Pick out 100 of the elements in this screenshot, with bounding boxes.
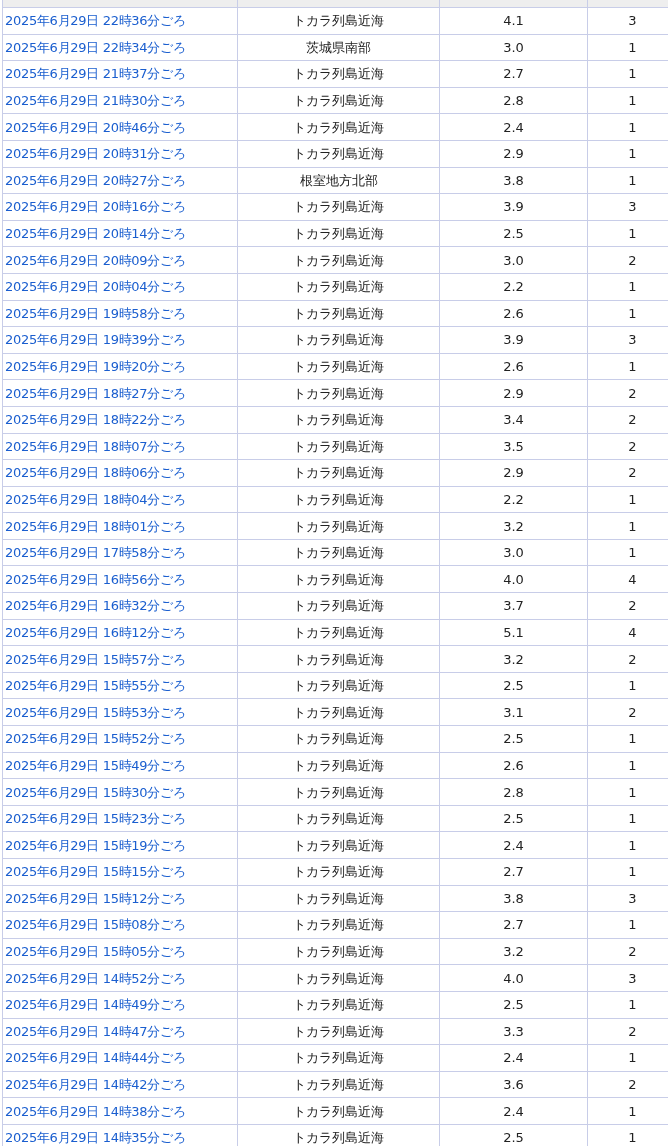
- magnitude-text: 3.0: [503, 40, 524, 54]
- magnitude-text: 2.7: [503, 865, 524, 879]
- epicenter-text: トカラ列島近海: [293, 253, 384, 267]
- earthquake-time-link[interactable]: 2025年6月29日 18時06分ごろ: [5, 466, 186, 480]
- intensity-text: 2: [628, 1078, 637, 1092]
- earthquake-time-link[interactable]: 2025年6月29日 15時08分ごろ: [5, 918, 186, 932]
- earthquake-time-link[interactable]: 2025年6月29日 18時01分ごろ: [5, 519, 186, 533]
- intensity-text: 1: [628, 173, 637, 187]
- intensity-text: 1: [628, 1131, 637, 1145]
- magnitude-text: 3.8: [503, 891, 524, 905]
- earthquake-time-link[interactable]: 2025年6月29日 15時57分ごろ: [5, 652, 186, 666]
- intensity-text: 3: [628, 971, 637, 985]
- earthquake-time-link[interactable]: 2025年6月29日 14時44分ごろ: [5, 1051, 186, 1065]
- earthquake-time-link[interactable]: 2025年6月29日 18時07分ごろ: [5, 439, 186, 453]
- earthquake-time-link[interactable]: 2025年6月29日 18時27分ごろ: [5, 386, 186, 400]
- intensity-text: 1: [628, 918, 637, 932]
- intensity-text: 1: [628, 758, 637, 772]
- magnitude-text: 3.0: [503, 253, 524, 267]
- intensity-text: 1: [628, 732, 637, 746]
- epicenter-text: トカラ列島近海: [293, 1104, 384, 1118]
- intensity-text: 3: [628, 200, 637, 214]
- earthquake-time-link[interactable]: 2025年6月29日 22時36分ごろ: [5, 14, 186, 28]
- intensity-text: 1: [628, 94, 637, 108]
- earthquake-time-link[interactable]: 2025年6月29日 22時34分ごろ: [5, 40, 186, 54]
- magnitude-text: 5.1: [503, 625, 524, 639]
- earthquake-time-link[interactable]: 2025年6月29日 20時31分ごろ: [5, 147, 186, 161]
- earthquake-time-link[interactable]: 2025年6月29日 20時04分ごろ: [5, 280, 186, 294]
- earthquake-time-link[interactable]: 2025年6月29日 19時58分ごろ: [5, 306, 186, 320]
- epicenter-text: トカラ列島近海: [293, 386, 384, 400]
- epicenter-text: トカラ列島近海: [293, 918, 384, 932]
- earthquake-time-link[interactable]: 2025年6月29日 18時04分ごろ: [5, 493, 186, 506]
- earthquake-time-link[interactable]: 2025年6月29日 19時39分ごろ: [5, 333, 186, 347]
- epicenter-text: トカラ列島近海: [293, 758, 384, 772]
- earthquake-time-link[interactable]: 2025年6月29日 18時22分ごろ: [5, 413, 186, 427]
- earthquake-time-link[interactable]: 2025年6月29日 14時42分ごろ: [5, 1078, 186, 1092]
- earthquake-time-link[interactable]: 2025年6月29日 19時20分ごろ: [5, 360, 186, 373]
- earthquake-time-link[interactable]: 2025年6月29日 20時16分ごろ: [5, 200, 186, 214]
- magnitude-text: 2.2: [503, 493, 524, 506]
- magnitude-text: 2.5: [503, 998, 524, 1012]
- magnitude-text: 3.7: [503, 599, 524, 613]
- intensity-text: 1: [628, 785, 637, 799]
- epicenter-text: トカラ列島近海: [293, 705, 384, 719]
- earthquake-time-link[interactable]: 2025年6月29日 17時58分ごろ: [5, 546, 186, 560]
- epicenter-text: トカラ列島近海: [293, 306, 384, 320]
- earthquake-time-link[interactable]: 2025年6月29日 20時14分ごろ: [5, 227, 186, 241]
- earthquake-time-link[interactable]: 2025年6月29日 14時49分ごろ: [5, 998, 186, 1012]
- earthquake-time-link[interactable]: 2025年6月29日 21時30分ごろ: [5, 94, 186, 108]
- epicenter-text: トカラ列島近海: [293, 1078, 384, 1092]
- magnitude-text: 3.1: [503, 705, 524, 719]
- earthquake-time-link[interactable]: 2025年6月29日 16時56分ごろ: [5, 572, 186, 586]
- intensity-text: 1: [628, 67, 637, 81]
- earthquake-time-link[interactable]: 2025年6月29日 14時47分ごろ: [5, 1024, 186, 1038]
- epicenter-text: トカラ列島近海: [293, 625, 384, 639]
- intensity-text: 1: [628, 519, 637, 533]
- earthquake-time-link[interactable]: 2025年6月29日 15時19分ごろ: [5, 838, 186, 852]
- magnitude-text: 2.5: [503, 227, 524, 241]
- magnitude-text: 4.1: [503, 14, 524, 28]
- earthquake-time-link[interactable]: 2025年6月29日 15時05分ごろ: [5, 945, 186, 959]
- intensity-text: 2: [628, 1024, 637, 1038]
- epicenter-text: 根室地方北部: [299, 173, 378, 187]
- earthquake-time-link[interactable]: 2025年6月29日 15時30分ごろ: [5, 785, 186, 799]
- earthquake-time-link[interactable]: 2025年6月29日 15時52分ごろ: [5, 732, 186, 746]
- earthquake-time-link[interactable]: 2025年6月29日 14時35分ごろ: [5, 1131, 186, 1145]
- earthquake-time-link[interactable]: 2025年6月29日 16時32分ごろ: [5, 599, 186, 613]
- earthquake-time-link[interactable]: 2025年6月29日 20時09分ごろ: [5, 253, 186, 267]
- epicenter-text: トカラ列島近海: [293, 493, 384, 506]
- epicenter-text: トカラ列島近海: [293, 945, 384, 959]
- earthquake-time-link[interactable]: 2025年6月29日 15時53分ごろ: [5, 705, 186, 719]
- intensity-text: 1: [628, 679, 637, 693]
- intensity-text: 2: [628, 439, 637, 453]
- earthquake-time-link[interactable]: 2025年6月29日 16時12分ごろ: [5, 625, 186, 639]
- magnitude-text: 3.2: [503, 519, 524, 533]
- intensity-text: 1: [628, 493, 637, 506]
- earthquake-time-link[interactable]: 2025年6月29日 15時55分ごろ: [5, 679, 186, 693]
- epicenter-text: トカラ列島近海: [293, 732, 384, 746]
- epicenter-text: トカラ列島近海: [293, 360, 384, 373]
- magnitude-text: 3.9: [503, 200, 524, 214]
- earthquake-time-link[interactable]: 2025年6月29日 14時38分ごろ: [5, 1104, 186, 1118]
- epicenter-text: トカラ列島近海: [293, 147, 384, 161]
- earthquake-time-link[interactable]: 2025年6月29日 15時23分ごろ: [5, 812, 186, 826]
- epicenter-text: トカラ列島近海: [293, 519, 384, 533]
- magnitude-text: 2.7: [503, 918, 524, 932]
- intensity-text: 4: [628, 625, 637, 639]
- earthquake-time-link[interactable]: 2025年6月29日 15時49分ごろ: [5, 758, 186, 772]
- earthquake-time-link[interactable]: 2025年6月29日 14時52分ごろ: [5, 971, 186, 985]
- magnitude-text: 2.5: [503, 1131, 524, 1145]
- earthquake-time-link[interactable]: 2025年6月29日 20時46分ごろ: [5, 120, 186, 134]
- earthquake-time-link[interactable]: 2025年6月29日 21時37分ごろ: [5, 67, 186, 81]
- magnitude-text: 3.4: [503, 413, 524, 427]
- epicenter-text: トカラ列島近海: [293, 785, 384, 799]
- earthquake-time-link[interactable]: 2025年6月29日 20時27分ごろ: [5, 173, 186, 187]
- epicenter-text: トカラ列島近海: [293, 998, 384, 1012]
- earthquake-time-link[interactable]: 2025年6月29日 15時12分ごろ: [5, 891, 186, 905]
- epicenter-text: トカラ列島近海: [293, 280, 384, 294]
- magnitude-text: 2.6: [503, 758, 524, 772]
- intensity-text: 1: [628, 812, 637, 826]
- epicenter-text: トカラ列島近海: [293, 120, 384, 134]
- epicenter-text: トカラ列島近海: [293, 599, 384, 613]
- intensity-text: 2: [628, 386, 637, 400]
- earthquake-time-link[interactable]: 2025年6月29日 15時15分ごろ: [5, 865, 186, 879]
